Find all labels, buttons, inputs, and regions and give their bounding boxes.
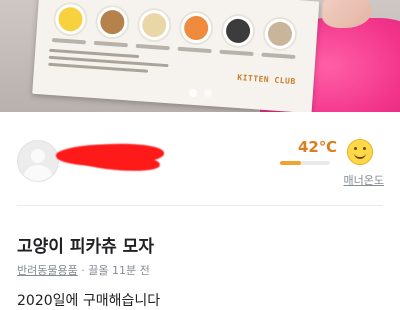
avatar-body-shape — [24, 165, 52, 181]
product-photo-carousel[interactable]: KITTEN CLUB — [0, 0, 400, 112]
section-divider — [17, 205, 383, 206]
smile-face-icon — [347, 139, 373, 165]
package-fine-print — [48, 48, 169, 78]
manner-temperature-label[interactable]: 매너온도 — [344, 172, 384, 188]
avatar[interactable] — [17, 140, 59, 182]
avatar-head-shape — [31, 149, 45, 163]
carousel-indicator — [0, 89, 400, 97]
post-meta: 반려동물용품 · 끌올 11분 전 — [17, 262, 150, 278]
seller-profile-row[interactable]: 42℃ 매너온도 — [0, 128, 400, 194]
character-badge-cat — [261, 15, 299, 59]
package-brand: KITTEN CLUB — [237, 73, 296, 87]
post-category-link[interactable]: 반려동물용품 — [17, 264, 78, 277]
character-badge-meowth — [135, 6, 173, 51]
character-badge-charmander — [177, 9, 215, 54]
manner-temperature-bar — [280, 161, 330, 165]
manner-temperature-value: 42℃ — [298, 138, 338, 156]
character-badge-eevee — [93, 4, 131, 48]
post-time: 끌올 11분 전 — [88, 264, 150, 277]
manner-temperature-bar-fill — [280, 161, 302, 165]
carousel-dot-active[interactable] — [188, 89, 197, 97]
character-badge-pikachu — [51, 1, 89, 45]
meta-separator: · — [77, 264, 89, 277]
carousel-dot[interactable] — [203, 89, 212, 97]
manner-temperature[interactable]: 42℃ 매너온도 — [276, 134, 386, 190]
character-badge-snorlax — [219, 12, 257, 57]
post-description: 2020일에 구매해습니다 — [17, 293, 161, 309]
post-title: 고양이 피카츄 모자 — [17, 237, 154, 257]
